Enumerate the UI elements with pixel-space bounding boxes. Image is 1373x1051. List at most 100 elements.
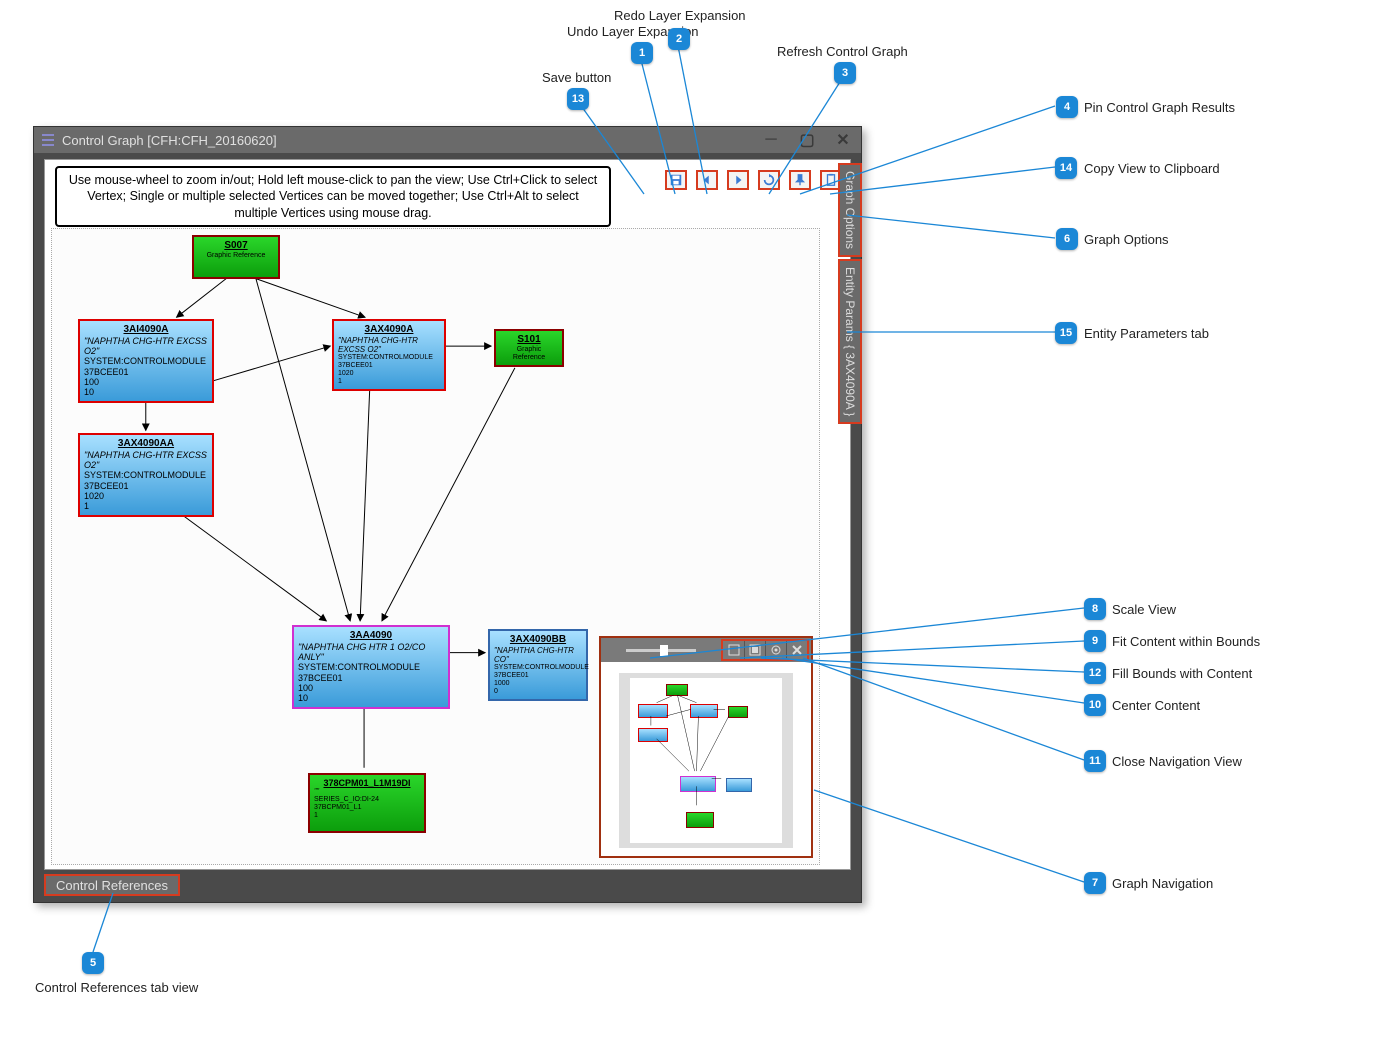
tab-graph-options[interactable]: Graph Options xyxy=(838,163,862,257)
control-graph-window: Control Graph [CFH:CFH_20160620] ─ ▢ ✕ U… xyxy=(33,126,862,903)
nav-minimap[interactable] xyxy=(619,673,793,848)
scale-slider[interactable] xyxy=(601,649,721,652)
callout-badge-12: 12 xyxy=(1084,662,1106,684)
node-378cpm01[interactable]: 378CPM01_L1M19DI "" SERIES_C_IO:DI-24 37… xyxy=(308,773,426,833)
node-line: 10 xyxy=(298,693,444,703)
callout-badge-6: 6 xyxy=(1056,228,1078,250)
callout-badge-9: 9 xyxy=(1084,630,1106,652)
node-title: 3AX4090A xyxy=(338,324,440,336)
callout-label-9: Fit Content within Bounds xyxy=(1112,634,1260,649)
callout-label-15: Entity Parameters tab xyxy=(1084,326,1209,341)
close-button[interactable]: ✕ xyxy=(825,127,861,153)
save-button[interactable] xyxy=(665,170,687,190)
undo-layer-button[interactable] xyxy=(696,170,718,190)
minimize-button[interactable]: ─ xyxy=(753,127,789,153)
node-line: 37BCEE01 xyxy=(84,367,208,377)
callout-label-4: Pin Control Graph Results xyxy=(1084,100,1235,115)
callout-label-12: Fill Bounds with Content xyxy=(1112,666,1252,681)
maximize-button[interactable]: ▢ xyxy=(789,127,825,153)
callout-label-6: Graph Options xyxy=(1084,232,1169,247)
close-nav-button[interactable] xyxy=(786,641,807,659)
callout-label-7: Graph Navigation xyxy=(1112,876,1213,891)
window-title: Control Graph [CFH:CFH_20160620] xyxy=(62,133,277,148)
callout-label-11: Close Navigation View xyxy=(1112,754,1242,769)
tab-entity-params[interactable]: Entity Params { 3AX4090A } xyxy=(838,259,862,424)
nav-panel xyxy=(599,636,813,858)
node-line: 37BCEE01 xyxy=(338,362,440,370)
side-tabs: Graph Options Entity Params { 3AX4090A } xyxy=(838,163,862,426)
node-desc: "NAPHTHA CHG-HTR EXCSS O2" xyxy=(338,336,440,354)
node-sub: Graphic Reference xyxy=(500,346,558,362)
callout-label-13: Save button xyxy=(542,70,611,85)
node-sys: SYSTEM:CONTROLMODULE xyxy=(298,662,444,672)
titlebar[interactable]: Control Graph [CFH:CFH_20160620] ─ ▢ ✕ xyxy=(34,127,861,153)
fit-content-button[interactable] xyxy=(723,641,744,659)
callout-badge-7: 7 xyxy=(1084,872,1106,894)
node-title: S101 xyxy=(500,334,558,346)
node-line: 37BCPM01_L1 xyxy=(314,804,420,812)
node-3ax4090bb[interactable]: 3AX4090BB "NAPHTHA CHG-HTR CO" SYSTEM:CO… xyxy=(488,629,588,701)
node-sys: SYSTEM:CONTROLMODULE xyxy=(84,356,208,366)
instruction-text: Use mouse-wheel to zoom in/out; Hold lef… xyxy=(55,166,611,227)
node-line: 100 xyxy=(84,377,208,387)
node-line: 1020 xyxy=(84,491,208,501)
node-title: 378CPM01_L1M19DI xyxy=(314,778,420,788)
callout-label-10: Center Content xyxy=(1112,698,1200,713)
pin-button[interactable] xyxy=(789,170,811,190)
node-sys: SYSTEM:CONTROLMODULE xyxy=(338,354,440,362)
callout-badge-5: 5 xyxy=(82,952,104,974)
node-3aa4090[interactable]: 3AA4090 "NAPHTHA CHG HTR 1 O2/CO ANLY" S… xyxy=(292,625,450,709)
nav-toolbar xyxy=(601,638,811,662)
callout-badge-14: 14 xyxy=(1055,157,1077,179)
graph-canvas[interactable]: S007 Graphic Reference 3AI4090A "NAPHTHA… xyxy=(51,228,820,865)
node-line: 37BCEE01 xyxy=(494,672,582,680)
tab-control-references[interactable]: Control References xyxy=(44,874,180,896)
node-title: 3AA4090 xyxy=(298,630,444,642)
node-line: 37BCEE01 xyxy=(84,481,208,491)
redo-layer-button[interactable] xyxy=(727,170,749,190)
node-sys: SYSTEM:CONTROLMODULE xyxy=(84,470,208,480)
callout-badge-13: 13 xyxy=(567,88,589,110)
node-desc: "NAPHTHA CHG HTR 1 O2/CO ANLY" xyxy=(298,642,444,663)
top-toolbar xyxy=(665,170,842,190)
node-line: 10 xyxy=(84,387,208,397)
node-line: 1000 xyxy=(494,680,582,688)
node-line: 1 xyxy=(84,501,208,511)
node-3ax4090aa[interactable]: 3AX4090AA "NAPHTHA CHG-HTR EXCSS O2" SYS… xyxy=(78,433,214,517)
node-line: 37BCEE01 xyxy=(298,673,444,683)
callout-badge-1: 1 xyxy=(631,42,653,64)
node-3ai4090a[interactable]: 3AI4090A "NAPHTHA CHG-HTR EXCSS O2" SYST… xyxy=(78,319,214,403)
node-desc: "NAPHTHA CHG-HTR CO" xyxy=(494,646,582,664)
node-title: S007 xyxy=(198,240,274,252)
node-sub: Graphic Reference xyxy=(198,252,274,260)
node-desc: "" xyxy=(314,788,420,796)
callout-label-3: Refresh Control Graph xyxy=(777,44,908,59)
node-s007[interactable]: S007 Graphic Reference xyxy=(192,235,280,279)
node-title: 3AX4090AA xyxy=(84,438,208,450)
content-area: Use mouse-wheel to zoom in/out; Hold lef… xyxy=(44,159,851,870)
node-sys: SERIES_C_IO:DI-24 xyxy=(314,796,420,804)
fill-bounds-button[interactable] xyxy=(744,641,765,659)
node-line: 1 xyxy=(338,378,440,386)
callout-badge-15: 15 xyxy=(1055,322,1077,344)
center-content-button[interactable] xyxy=(765,641,786,659)
callout-label-14: Copy View to Clipboard xyxy=(1084,161,1220,176)
callout-badge-3: 3 xyxy=(834,62,856,84)
node-s101[interactable]: S101 Graphic Reference xyxy=(494,329,564,367)
callout-badge-11: 11 xyxy=(1084,750,1106,772)
app-icon xyxy=(40,132,56,148)
node-line: 1020 xyxy=(338,370,440,378)
node-line: 0 xyxy=(494,688,582,696)
node-sys: SYSTEM:CONTROLMODULE xyxy=(494,664,582,672)
callout-label-2: Redo Layer Expansion xyxy=(614,8,746,23)
node-3ax4090a[interactable]: 3AX4090A "NAPHTHA CHG-HTR EXCSS O2" SYST… xyxy=(332,319,446,391)
callout-badge-2: 2 xyxy=(668,28,690,50)
node-title: 3AI4090A xyxy=(84,324,208,336)
callout-badge-4: 4 xyxy=(1056,96,1078,118)
callout-badge-8: 8 xyxy=(1084,598,1106,620)
node-line: 1 xyxy=(314,812,420,820)
callout-badge-10: 10 xyxy=(1084,694,1106,716)
refresh-button[interactable] xyxy=(758,170,780,190)
node-title: 3AX4090BB xyxy=(494,634,582,646)
node-line: 100 xyxy=(298,683,444,693)
